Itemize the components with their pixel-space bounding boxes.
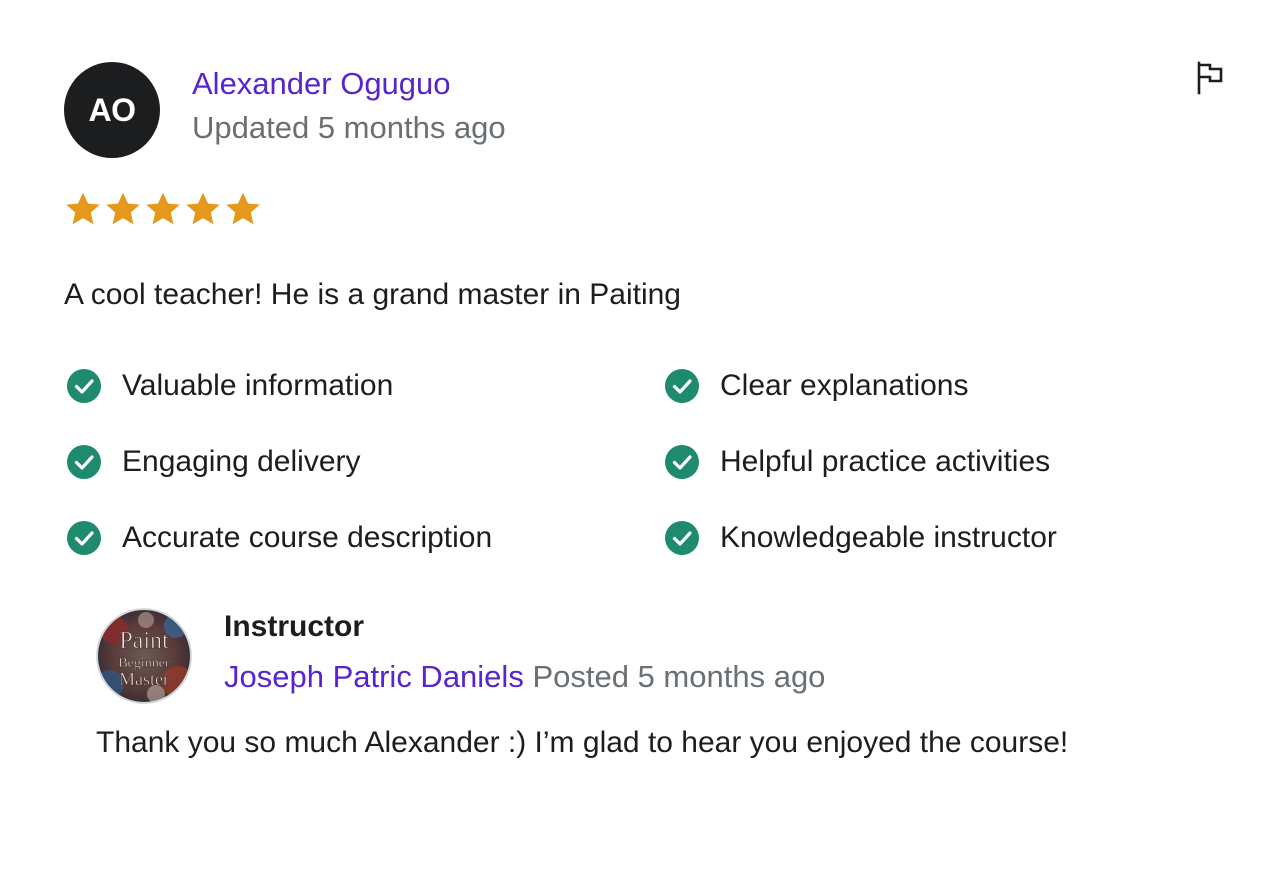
check-circle-icon [67,521,101,555]
feedback-item: Clear explanations [664,364,968,408]
reviewer-initials: AO [88,91,137,128]
feedback-item: Helpful practice activities [664,440,1050,484]
check-circle-icon [665,369,699,403]
feedback-label: Accurate course description [122,521,493,554]
check-circle-icon [665,521,699,555]
reviewer-name[interactable]: Alexander Oguguo [192,64,451,104]
instructor-avatar-image: Paint Beginner Master [96,608,192,704]
instructor-role-label: Instructor [224,610,365,643]
report-flag-button[interactable] [1190,58,1230,98]
check-circle-icon [67,445,101,479]
star-icon [186,192,220,225]
avatar-text-line: Paint [119,628,169,654]
feedback-item: Knowledgeable instructor [664,516,1057,560]
review-updated-time: Updated 5 months ago [192,110,506,145]
flag-icon [1197,61,1223,95]
feedback-label: Valuable information [122,369,394,402]
review-text: A cool teacher! He is a grand master in … [64,278,681,311]
star-icon [146,192,180,225]
feedback-label: Knowledgeable instructor [720,521,1057,554]
instructor-name[interactable]: Joseph Patric Daniels [224,659,524,694]
star-icon [226,192,260,225]
instructor-meta: Joseph Patric Daniels Posted 5 months ag… [224,656,825,698]
star-icon [106,192,140,225]
review-card: AO Alexander Oguguo Updated 5 months ago… [0,0,1288,896]
feedback-item: Engaging delivery [66,440,361,484]
feedback-label: Helpful practice activities [720,445,1051,478]
reviewer-avatar: AO [64,62,160,158]
feedback-label: Clear explanations [720,369,969,402]
check-circle-icon [67,369,101,403]
instructor-avatar: Paint Beginner Master [96,608,192,704]
instructor-posted-time: Posted 5 months ago [532,659,826,694]
star-icon [66,192,100,225]
star-rating [64,190,262,228]
feedback-item: Accurate course description [66,516,492,560]
feedback-item: Valuable information [66,364,393,408]
instructor-reply-text: Thank you so much Alexander :) I’m glad … [96,726,1069,759]
avatar-text-line: Master [119,669,169,689]
check-circle-icon [665,445,699,479]
feedback-label: Engaging delivery [122,445,361,478]
